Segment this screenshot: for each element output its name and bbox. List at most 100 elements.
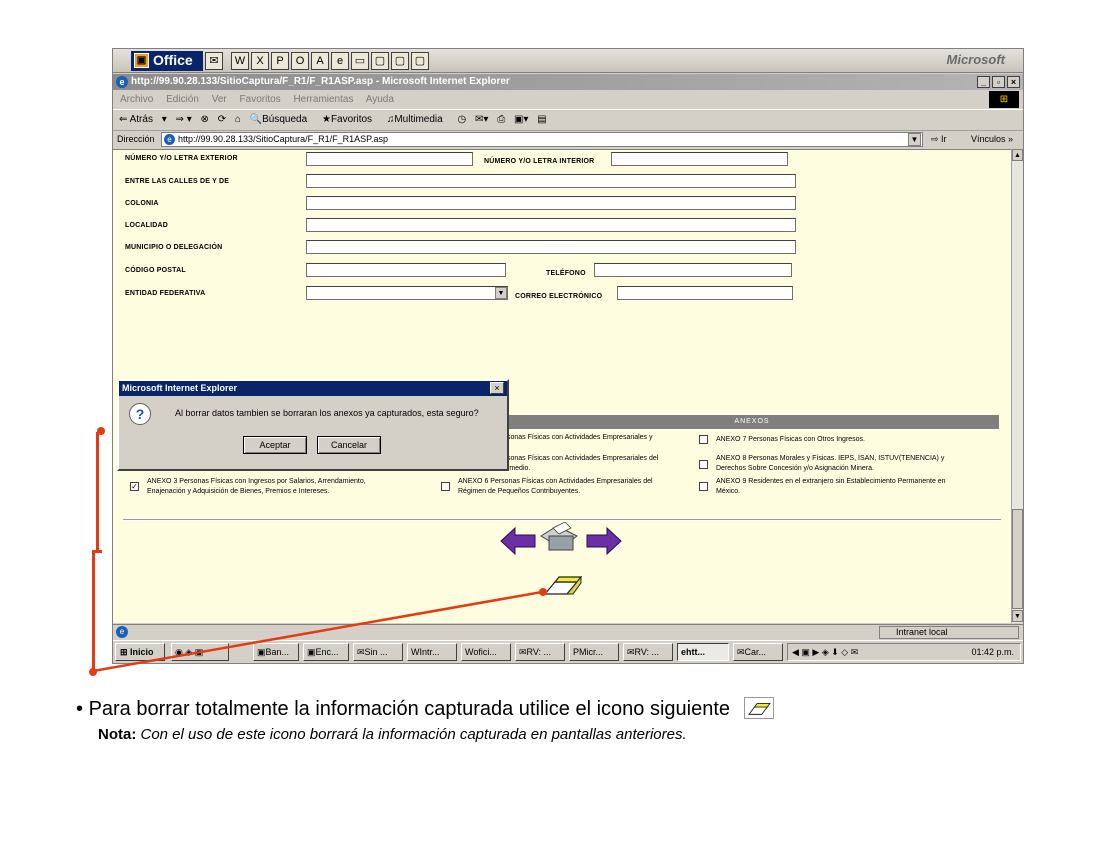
taskbar-item[interactable]: PMicr... bbox=[569, 643, 619, 661]
mail-icon[interactable]: ✉▾ bbox=[475, 114, 488, 125]
multimedia-label: Multimedia bbox=[394, 114, 443, 125]
go-button[interactable]: ⇨ Ir bbox=[931, 131, 947, 148]
chevron-down-icon[interactable]: ▼ bbox=[495, 287, 507, 299]
entre-calles-input[interactable] bbox=[306, 174, 796, 188]
edit-icon[interactable]: ▣▾ bbox=[514, 114, 528, 125]
history-icon[interactable]: ◷ bbox=[457, 114, 466, 125]
anexo-3-label: ANEXO 3 Personas Físicas con Ingresos po… bbox=[147, 477, 366, 497]
label-numero-interior: NÚMERO Y/O LETRA INTERIOR bbox=[484, 158, 595, 165]
vertical-scrollbar[interactable]: ▲ ▼ bbox=[1011, 149, 1023, 623]
colonia-input[interactable] bbox=[306, 196, 796, 210]
scroll-down-icon[interactable]: ▼ bbox=[1012, 610, 1023, 622]
links-label: Vínculos bbox=[971, 134, 1006, 144]
chevron-down-icon[interactable]: ▼ bbox=[908, 133, 921, 146]
office-folder-icon[interactable]: ▢ bbox=[371, 52, 389, 70]
office-folder-icon[interactable]: ▢ bbox=[411, 52, 429, 70]
question-icon: ? bbox=[129, 403, 151, 425]
anexo-9-checkbox[interactable] bbox=[699, 482, 708, 491]
discuss-icon[interactable]: ▤ bbox=[537, 114, 546, 125]
note-text: Con el uso de este icono borrará la info… bbox=[136, 726, 687, 743]
menu-favoritos[interactable]: Favoritos bbox=[240, 94, 281, 105]
address-value: http://99.90.28.133/SitioCaptura/F_R1/F_… bbox=[178, 134, 388, 144]
label-correo: CORREO ELECTRÓNICO bbox=[515, 293, 603, 300]
refresh-icon[interactable]: ⟳ bbox=[218, 114, 226, 125]
menu-herramientas[interactable]: Herramientas bbox=[293, 94, 353, 105]
anexo-text: ANEXO 7 Personas Físicas con Otros Ingre… bbox=[716, 436, 866, 443]
accept-button[interactable]: Aceptar bbox=[243, 436, 307, 454]
label-municipio: MUNICIPIO O DELEGACIÓN bbox=[125, 244, 223, 251]
taskbar-item[interactable]: ✉RV: ... bbox=[623, 643, 673, 661]
taskbar-item[interactable]: ✉Car... bbox=[733, 643, 783, 661]
stop-icon[interactable]: ⊗ bbox=[201, 114, 209, 125]
back-arrow-icon[interactable] bbox=[500, 526, 536, 556]
office-word-icon[interactable]: W bbox=[231, 52, 249, 70]
address-bar: Dirección e http://99.90.28.133/SitioCap… bbox=[113, 131, 1023, 149]
back-button[interactable]: ⇐ Atrás ▾ bbox=[119, 114, 167, 125]
menu-ayuda[interactable]: Ayuda bbox=[366, 94, 394, 105]
office-start-button[interactable]: ▣ Office bbox=[131, 51, 203, 71]
tray-icons[interactable]: ◀ ▣ ▶ ◈ ⬇ ◇ ✉ bbox=[792, 644, 858, 660]
menu-archivo[interactable]: Archivo bbox=[120, 94, 153, 105]
menu-edicion[interactable]: Edición bbox=[166, 94, 199, 105]
label-telefono: TELÉFONO bbox=[546, 270, 586, 277]
annotation-dot bbox=[97, 427, 105, 435]
multimedia-button[interactable]: ♫Multimedia bbox=[387, 114, 449, 125]
localidad-input[interactable] bbox=[306, 218, 796, 232]
print-icon[interactable] bbox=[540, 522, 578, 551]
close-icon[interactable]: × bbox=[1007, 76, 1020, 88]
menu-ver[interactable]: Ver bbox=[212, 94, 227, 105]
label-codigo-postal: CÓDIGO POSTAL bbox=[125, 267, 186, 274]
print-icon[interactable]: ⎙ bbox=[497, 114, 505, 125]
forward-icon[interactable]: ⇒ ▾ bbox=[176, 114, 192, 125]
close-icon[interactable]: × bbox=[490, 382, 504, 394]
anexo-text: México. bbox=[716, 488, 741, 495]
confirm-dialog: Microsoft Internet Explorer × ? Al borra… bbox=[117, 379, 509, 471]
go-label: Ir bbox=[941, 134, 947, 144]
minimize-icon[interactable]: _ bbox=[977, 76, 990, 88]
office-outlook-icon[interactable]: O bbox=[291, 52, 309, 70]
page-icon: e bbox=[164, 134, 175, 145]
task-label: htt... bbox=[686, 647, 706, 657]
favorites-button[interactable]: ★Favoritos bbox=[322, 114, 378, 125]
address-input[interactable]: e http://99.90.28.133/SitioCaptura/F_R1/… bbox=[161, 132, 923, 147]
office-ie-icon[interactable]: e bbox=[331, 52, 349, 70]
browser-toolbar: ⇐ Atrás ▾ ⇒ ▾ ⊗ ⟳ ⌂ 🔍Búsqueda ★Favoritos… bbox=[113, 109, 1023, 131]
restore-icon[interactable]: ▫ bbox=[992, 76, 1005, 88]
anexo-7-checkbox[interactable] bbox=[699, 435, 708, 444]
office-powerpoint-icon[interactable]: P bbox=[271, 52, 289, 70]
correo-input[interactable] bbox=[617, 286, 793, 300]
cancel-button[interactable]: Cancelar bbox=[317, 436, 381, 454]
telefono-input[interactable] bbox=[594, 263, 792, 277]
office-app-icon[interactable]: ▭ bbox=[351, 52, 369, 70]
scroll-thumb[interactable] bbox=[1012, 509, 1023, 609]
anexo-6-label: ANEXO 6 Personas Físicas con Actividades… bbox=[458, 477, 653, 497]
anexo-8-checkbox[interactable] bbox=[699, 460, 708, 469]
search-button[interactable]: 🔍Búsqueda bbox=[250, 114, 314, 125]
municipio-input[interactable] bbox=[306, 240, 796, 254]
home-icon[interactable]: ⌂ bbox=[235, 114, 241, 125]
ie-icon: e bbox=[116, 76, 128, 88]
forward-arrow-icon[interactable] bbox=[586, 526, 622, 556]
entidad-select[interactable]: ▼ bbox=[306, 286, 508, 300]
anexo-3-checkbox[interactable]: ✓ bbox=[130, 482, 139, 491]
label-entidad: ENTIDAD FEDERATIVA bbox=[125, 290, 206, 297]
note: Nota: Con el uso de este icono borrará l… bbox=[98, 726, 687, 743]
numero-exterior-input[interactable] bbox=[306, 152, 473, 166]
office-folder-icon[interactable]: ▢ bbox=[391, 52, 409, 70]
office-excel-icon[interactable]: X bbox=[251, 52, 269, 70]
office-access-icon[interactable]: A bbox=[311, 52, 329, 70]
anexo-text: Derechos Sobre Concesión y/o Asignación … bbox=[716, 465, 874, 472]
anexo-6-checkbox[interactable] bbox=[441, 482, 450, 491]
eraser-icon[interactable] bbox=[543, 575, 583, 595]
links-button[interactable]: Vínculos » bbox=[971, 131, 1013, 148]
numero-interior-input[interactable] bbox=[611, 152, 788, 166]
anexo-7-label: ANEXO 7 Personas Físicas con Otros Ingre… bbox=[716, 435, 865, 445]
anexo-partial-2: sonas Físicas con Actividades Empresaria… bbox=[507, 454, 658, 474]
office-mail-icon[interactable]: ✉ bbox=[205, 52, 223, 70]
taskbar-item-active[interactable]: ehtt... bbox=[677, 643, 729, 661]
anexo-text: ANEXO 3 Personas Físicas con Ingresos po… bbox=[147, 478, 366, 485]
anexo-text: ANEXO 8 Personas Morales y Físicas. IEPS… bbox=[716, 455, 945, 462]
codigo-postal-input[interactable] bbox=[306, 263, 506, 277]
scroll-up-icon[interactable]: ▲ bbox=[1012, 149, 1023, 161]
menu-bar: Archivo Edición Ver Favoritos Herramient… bbox=[113, 91, 1023, 109]
